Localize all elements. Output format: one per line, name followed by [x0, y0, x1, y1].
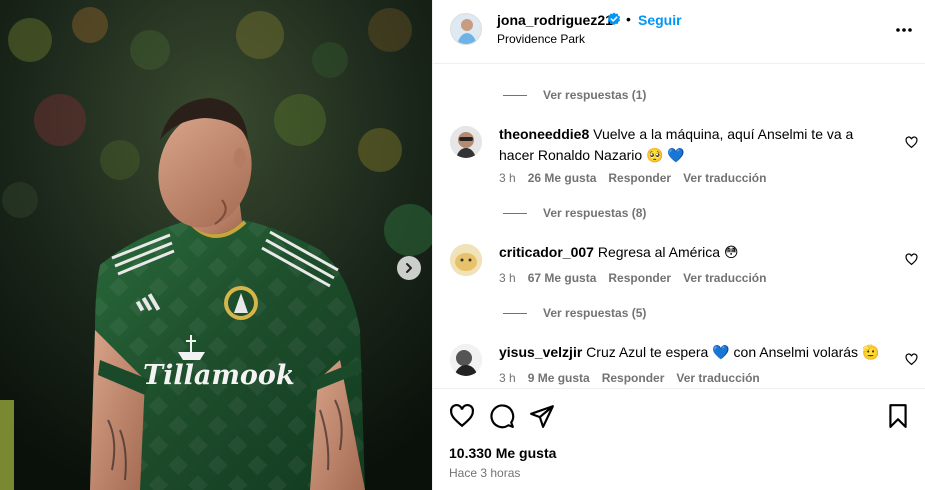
avatar-image: [450, 344, 482, 376]
reply-button[interactable]: Responder: [602, 371, 665, 385]
next-photo-button[interactable]: [397, 256, 421, 280]
replies-divider: [503, 212, 527, 214]
more-icon[interactable]: [894, 20, 914, 40]
heart-icon[interactable]: [905, 253, 918, 266]
comment-time[interactable]: 3 h: [499, 171, 516, 185]
avatar-image: [450, 126, 482, 158]
comment-meta: 3 h 67 Me gusta Responder Ver traducción: [499, 271, 778, 285]
author-username[interactable]: jona_rodriguez21: [497, 12, 613, 28]
post-location[interactable]: Providence Park: [497, 32, 585, 46]
post-media[interactable]: Tillamook: [0, 0, 432, 490]
commenter-avatar[interactable]: [450, 344, 482, 376]
likes-count[interactable]: 10.330 Me gusta: [449, 445, 556, 461]
comment-username[interactable]: yisus_velzjir: [499, 344, 582, 360]
comment-time[interactable]: 3 h: [499, 371, 516, 385]
heart-icon[interactable]: [449, 403, 475, 429]
heart-icon[interactable]: [905, 353, 918, 366]
commenter-avatar[interactable]: [450, 244, 482, 276]
comment-username[interactable]: theoneeddie8: [499, 126, 589, 142]
share-icon[interactable]: [529, 403, 555, 429]
jersey-sponsor-text: Tillamook: [143, 360, 295, 391]
view-replies-button[interactable]: Ver respuestas (1): [503, 88, 646, 102]
comment-text: criticador_007 Regresa al América 😳: [499, 242, 889, 263]
header-separator: •: [626, 11, 631, 27]
post-timestamp: Hace 3 horas: [449, 466, 521, 480]
translate-button[interactable]: Ver traducción: [676, 371, 759, 385]
author-avatar[interactable]: [450, 13, 482, 45]
comment-likes[interactable]: 26 Me gusta: [528, 171, 597, 185]
comment-text: yisus_velzjir Cruz Azul te espera 💙 con …: [499, 342, 889, 363]
translate-button[interactable]: Ver traducción: [683, 171, 766, 185]
comment-body: Regresa al América 😳: [597, 244, 739, 260]
comment-username[interactable]: criticador_007: [499, 244, 594, 260]
avatar-image: [450, 244, 482, 276]
replies-divider: [503, 312, 527, 314]
post-side-panel: jona_rodriguez21 • Seguir Providence Par…: [432, 0, 925, 490]
view-replies-label: Ver respuestas (8): [543, 206, 647, 220]
view-replies-button[interactable]: Ver respuestas (8): [503, 206, 646, 220]
heart-icon[interactable]: [905, 136, 918, 149]
avatar-image: [451, 14, 481, 44]
follow-button[interactable]: Seguir: [638, 12, 682, 28]
comment-text: theoneeddie8 Vuelve a la máquina, aquí A…: [499, 124, 889, 166]
verified-badge-icon: [607, 12, 621, 26]
view-replies-button[interactable]: Ver respuestas (5): [503, 306, 646, 320]
post-actions: 10.330 Me gusta Hace 3 horas: [433, 388, 925, 490]
view-replies-label: Ver respuestas (1): [543, 88, 647, 102]
comment-body: Cruz Azul te espera 💙 con Anselmi volará…: [586, 344, 880, 360]
comment-likes[interactable]: 9 Me gusta: [528, 371, 590, 385]
commenter-avatar[interactable]: [450, 126, 482, 158]
post-header: jona_rodriguez21 • Seguir Providence Par…: [433, 0, 925, 64]
chevron-right-icon: [406, 263, 412, 273]
bookmark-icon[interactable]: [885, 403, 911, 429]
comment-likes[interactable]: 67 Me gusta: [528, 271, 597, 285]
comment-meta: 3 h 26 Me gusta Responder Ver traducción: [499, 171, 778, 185]
reply-button[interactable]: Responder: [608, 271, 671, 285]
reply-button[interactable]: Responder: [608, 171, 671, 185]
comments-list[interactable]: Ver respuestas (1) theoneeddie8 Vuelve a…: [433, 64, 925, 388]
post-photo: Tillamook: [0, 0, 432, 490]
instagram-post: Tillamook jona_rodriguez21 • Seguir Prov…: [0, 0, 925, 490]
view-replies-label: Ver respuestas (5): [543, 306, 647, 320]
translate-button[interactable]: Ver traducción: [683, 271, 766, 285]
replies-divider: [503, 94, 527, 96]
comment-meta: 3 h 9 Me gusta Responder Ver traducción: [499, 371, 772, 385]
comment-icon[interactable]: [489, 403, 515, 429]
comment-time[interactable]: 3 h: [499, 271, 516, 285]
